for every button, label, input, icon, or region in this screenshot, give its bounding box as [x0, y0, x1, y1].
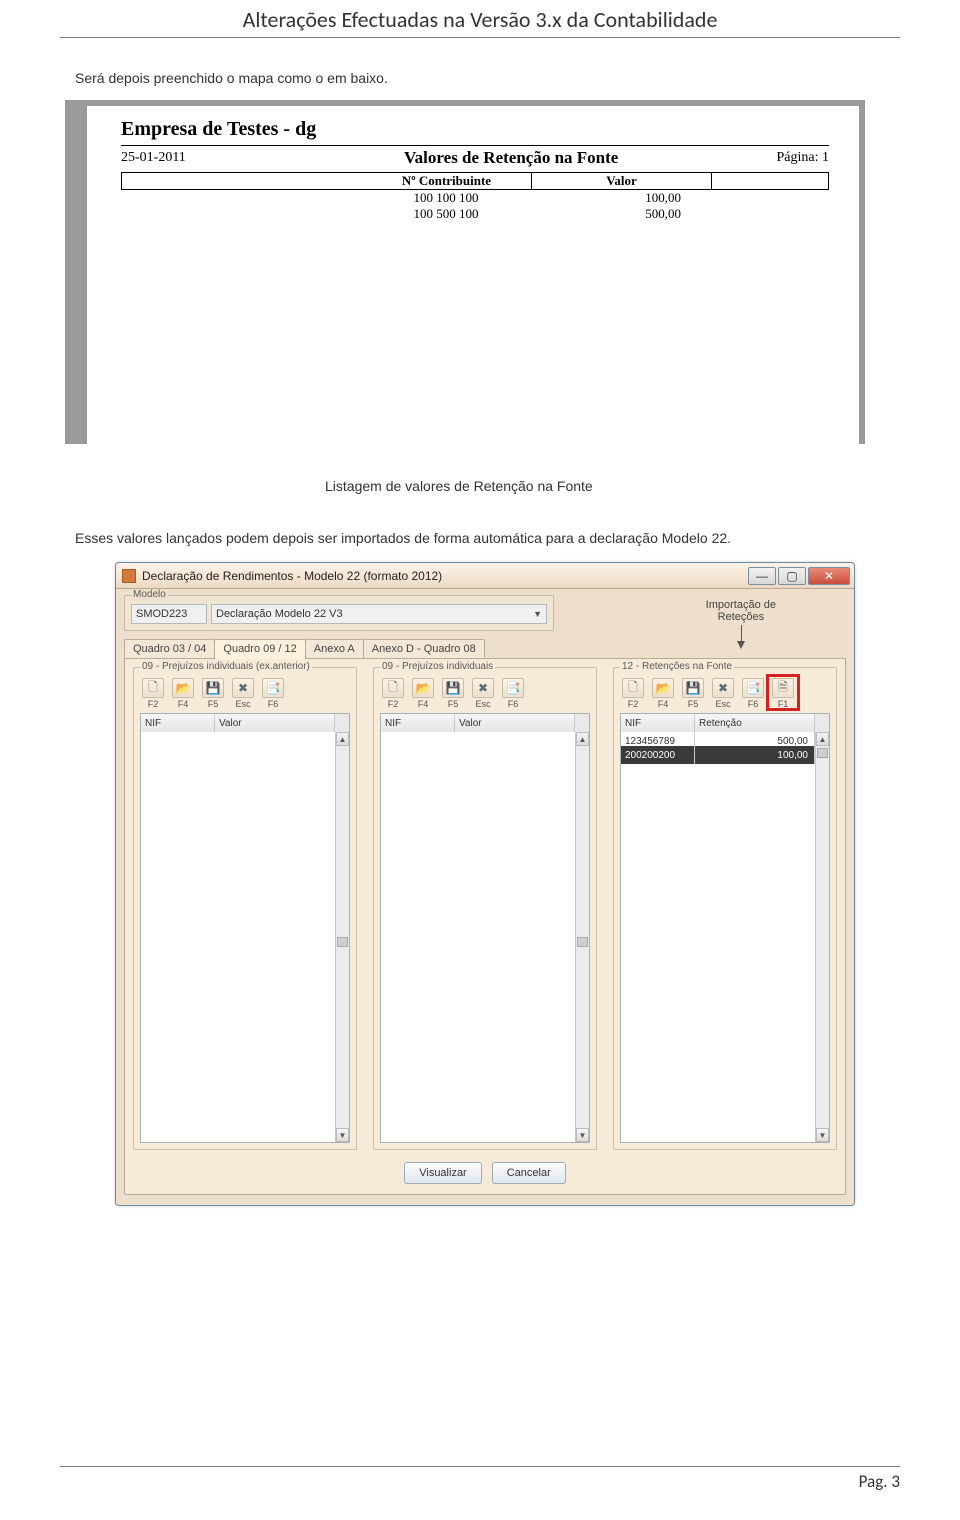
- save-icon: 💾: [442, 678, 464, 698]
- app-window: Declaração de Rendimentos - Modelo 22 (f…: [115, 562, 855, 1206]
- modelo-group: Modelo SMOD223 Declaração Modelo 22 V3 ▼: [124, 595, 554, 631]
- scrollbar[interactable]: ▲▼: [575, 732, 589, 1142]
- minimize-button[interactable]: —: [748, 567, 776, 585]
- f6-button[interactable]: 📑F6: [500, 678, 526, 709]
- new-button[interactable]: 🗋F2: [620, 678, 646, 709]
- visualizar-button[interactable]: Visualizar: [404, 1162, 482, 1184]
- report-date: 25-01-2011: [121, 150, 186, 166]
- misc-icon: 📑: [262, 678, 284, 698]
- save-icon: 💾: [202, 678, 224, 698]
- grid-prejuizos[interactable]: NIF Valor ▲▼: [380, 713, 590, 1143]
- toolbar: 🗋F2 📂F4 💾F5 ✖Esc 📑F6: [380, 678, 590, 709]
- new-icon: 🗋: [142, 678, 164, 698]
- import-label: Importação de Reteções: [706, 599, 776, 623]
- report-row: 100 500 100 500,00: [121, 206, 829, 222]
- toolbar: 🗋F2 📂F4 💾F5 ✖Esc 📑F6: [140, 678, 350, 709]
- titlebar: Declaração de Rendimentos - Modelo 22 (f…: [116, 563, 854, 589]
- delete-icon: ✖: [472, 678, 494, 698]
- import-icon: 🗎: [772, 678, 794, 698]
- cancelar-button[interactable]: Cancelar: [492, 1162, 566, 1184]
- tab-anexo-a[interactable]: Anexo A: [305, 639, 364, 658]
- report-divider: [121, 145, 829, 146]
- report-title: Valores de Retenção na Fonte: [186, 148, 777, 168]
- f6-button[interactable]: 📑F6: [260, 678, 286, 709]
- delete-icon: ✖: [232, 678, 254, 698]
- save-button[interactable]: 💾F5: [200, 678, 226, 709]
- paragraph-2: Esses valores lançados podem depois ser …: [75, 530, 885, 546]
- grid-retencoes[interactable]: NIF Retenção 123456789 500,00: [620, 713, 830, 1143]
- delete-button[interactable]: ✖Esc: [710, 678, 736, 709]
- misc-icon: 📑: [742, 678, 764, 698]
- tab-quadro-09-12[interactable]: Quadro 09 / 12: [214, 639, 305, 659]
- report-screenshot: Empresa de Testes - dg 25-01-2011 Valore…: [65, 100, 865, 444]
- new-icon: 🗋: [382, 678, 404, 698]
- save-icon: 💾: [682, 678, 704, 698]
- maximize-button[interactable]: ▢: [778, 567, 806, 585]
- f6-button[interactable]: 📑F6: [740, 678, 766, 709]
- new-button[interactable]: 🗋F2: [140, 678, 166, 709]
- open-icon: 📂: [652, 678, 674, 698]
- open-button[interactable]: 📂F4: [410, 678, 436, 709]
- grid-row-selected[interactable]: 200200200 100,00: [621, 746, 815, 760]
- toolbar: 🗋F2 📂F4 💾F5 ✖Esc 📑F6 🗎 F1: [620, 678, 830, 709]
- intro-paragraph: Será depois preenchido o mapa como o em …: [75, 70, 885, 86]
- app-icon: [122, 569, 136, 583]
- page-header: Alterações Efectuadas na Versão 3.x da C…: [60, 0, 900, 38]
- delete-button[interactable]: ✖Esc: [470, 678, 496, 709]
- modelo-code: SMOD223: [131, 604, 207, 624]
- save-button[interactable]: 💾F5: [440, 678, 466, 709]
- appwindow-screenshot: Declaração de Rendimentos - Modelo 22 (f…: [115, 562, 885, 1206]
- grid-prejuizos-ex[interactable]: NIF Valor ▲▼: [140, 713, 350, 1143]
- open-icon: 📂: [412, 678, 434, 698]
- import-button[interactable]: 🗎 F1: [770, 678, 796, 709]
- modelo-select[interactable]: Declaração Modelo 22 V3 ▼: [211, 604, 547, 624]
- open-icon: 📂: [172, 678, 194, 698]
- open-button[interactable]: 📂F4: [170, 678, 196, 709]
- figure-caption: Listagem de valores de Retenção na Fonte: [325, 478, 885, 494]
- panel-title: 09 - Prejuízos individuais: [380, 661, 495, 672]
- new-icon: 🗋: [622, 678, 644, 698]
- col-valor: Valor: [532, 173, 712, 189]
- scrollbar[interactable]: ▲▼: [815, 732, 829, 1142]
- report-row: 100 100 100 100,00: [121, 190, 829, 206]
- report-table: Nº Contribuinte Valor 100 100 100 100,00…: [121, 172, 829, 222]
- panel-title: 12 - Retenções na Fonte: [620, 661, 734, 672]
- tab-panel: 09 - Prejuízos individuais (ex.anterior)…: [124, 658, 846, 1195]
- panel-prejuizos-ex-anterior: 09 - Prejuízos individuais (ex.anterior)…: [133, 667, 357, 1150]
- close-button[interactable]: ✕: [808, 567, 850, 585]
- content: Será depois preenchido o mapa como o em …: [0, 38, 960, 1206]
- misc-icon: 📑: [502, 678, 524, 698]
- delete-icon: ✖: [712, 678, 734, 698]
- new-button[interactable]: 🗋F2: [380, 678, 406, 709]
- save-button[interactable]: 💾F5: [680, 678, 706, 709]
- scrollbar[interactable]: ▲▼: [335, 732, 349, 1142]
- panel-prejuizos: 09 - Prejuízos individuais 🗋F2 📂F4 💾F5 ✖…: [373, 667, 597, 1150]
- page-footer: Pag. 3: [60, 1466, 900, 1492]
- panel-retencoes: 12 - Retenções na Fonte 🗋F2 📂F4 💾F5 ✖Esc…: [613, 667, 837, 1150]
- report-company: Empresa de Testes - dg: [121, 118, 829, 141]
- tab-quadro-03-04[interactable]: Quadro 03 / 04: [124, 639, 215, 658]
- window-title: Declaração de Rendimentos - Modelo 22 (f…: [142, 569, 748, 583]
- dropdown-icon: ▼: [533, 609, 542, 619]
- tab-anexo-d-q08[interactable]: Anexo D - Quadro 08: [363, 639, 485, 658]
- open-button[interactable]: 📂F4: [650, 678, 676, 709]
- report-page: Página: 1: [777, 150, 830, 166]
- col-contribuinte: Nº Contribuinte: [362, 173, 532, 189]
- delete-button[interactable]: ✖Esc: [230, 678, 256, 709]
- modelo-group-label: Modelo: [131, 589, 168, 600]
- panel-title: 09 - Prejuízos individuais (ex.anterior): [140, 661, 312, 672]
- grid-row[interactable]: 123456789 500,00: [621, 732, 815, 746]
